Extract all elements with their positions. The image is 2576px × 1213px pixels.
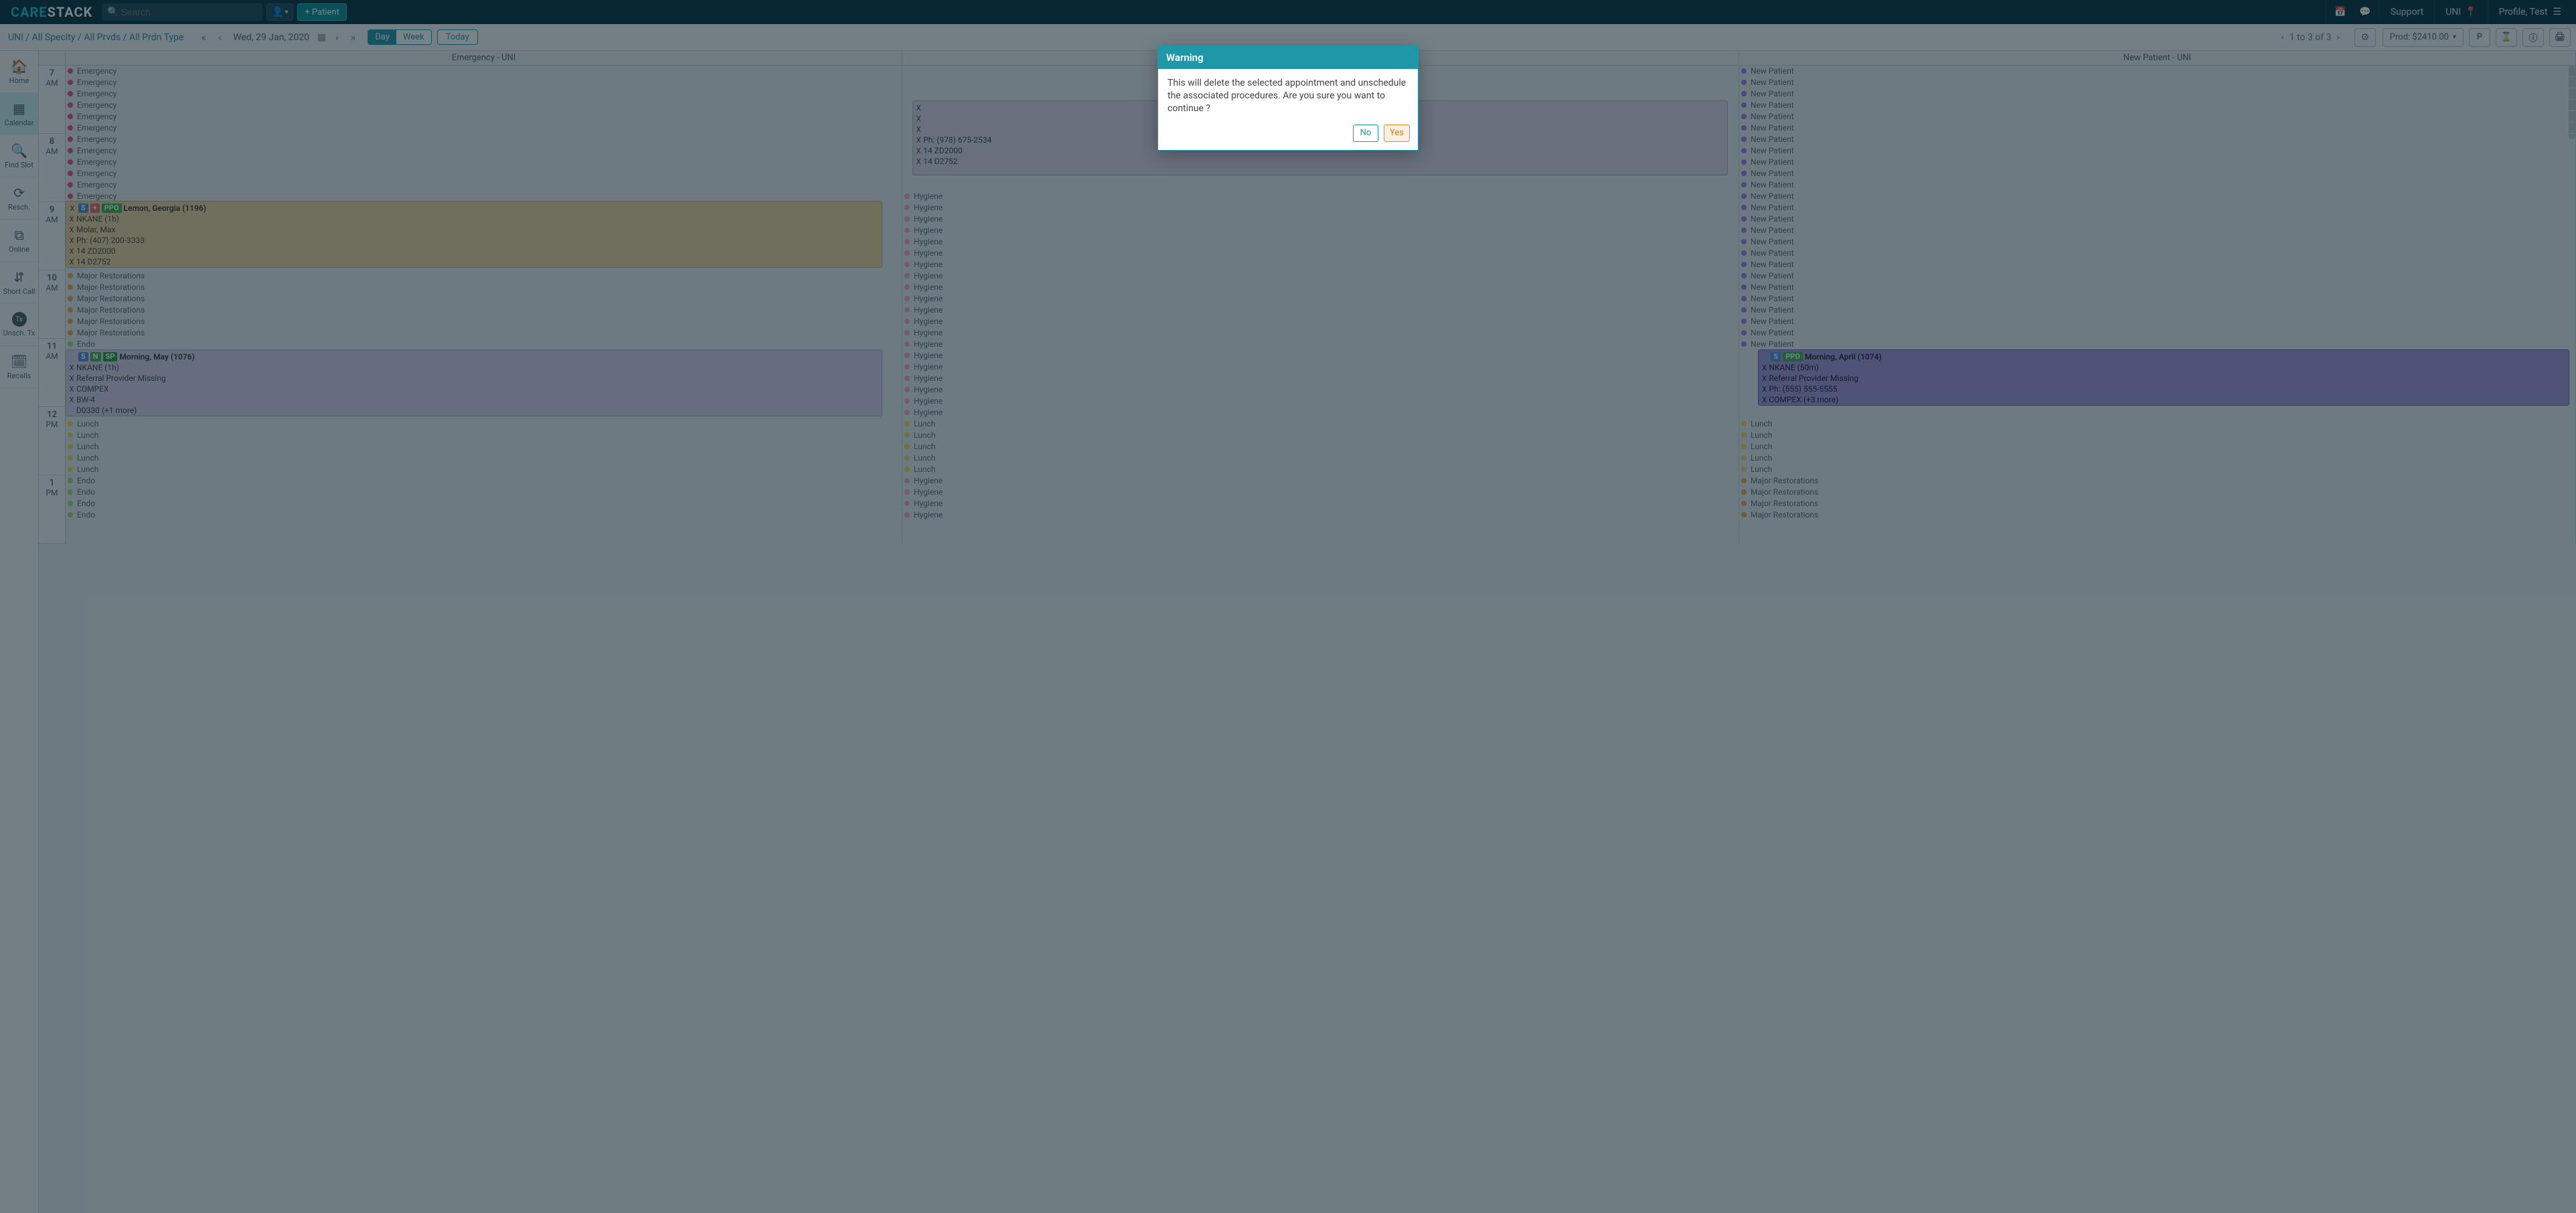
dialog-body: This will delete the selected appointmen…: [1158, 69, 1418, 120]
modal-overlay[interactable]: [0, 0, 2576, 1213]
yes-button[interactable]: Yes: [1384, 125, 1410, 142]
warning-dialog: Warning This will delete the selected ap…: [1157, 46, 1419, 151]
no-button[interactable]: No: [1353, 125, 1378, 142]
dialog-footer: No Yes: [1158, 120, 1418, 150]
dialog-title: Warning: [1158, 46, 1418, 69]
